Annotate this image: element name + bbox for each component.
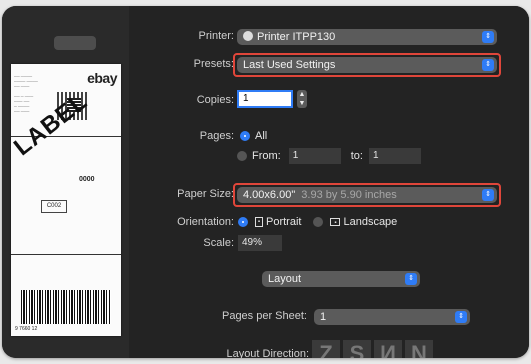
preview-address: ── ─ ─── ─── ── ─ ──── ── ─── [14, 94, 34, 114]
layout-direction-label: Layout Direction: [226, 348, 309, 358]
barcode-number: 9 7660 12 [15, 326, 38, 332]
direction-s-icon[interactable]: S [343, 340, 371, 358]
preview-fine-print: ── ──── ──── ──── ── ─── [14, 74, 38, 89]
preview-code-1: 0000 [79, 176, 95, 183]
landscape-icon: ▪ [330, 218, 341, 227]
pages-row: Pages: All [179, 130, 267, 142]
chevron-updown-icon: ⇕ [405, 273, 417, 285]
presets-highlight [233, 53, 501, 77]
pages-per-sheet-popup[interactable]: 1 ⇕ [314, 309, 470, 325]
pages-per-sheet-row: Pages per Sheet: [159, 310, 307, 322]
scale-label: Scale: [203, 237, 234, 249]
section-value: Layout [268, 273, 302, 285]
presets-row: Presets: [179, 58, 234, 70]
landscape-label: Landscape [343, 216, 398, 228]
preview-code-2: C002 [41, 200, 67, 213]
page-navigation-control[interactable] [54, 36, 96, 50]
pages-to-label: to: [350, 150, 363, 162]
scale-input[interactable]: 49% [238, 235, 282, 251]
direction-reverse-n-icon[interactable]: И [374, 340, 402, 358]
orientation-label: Orientation: [177, 216, 234, 228]
copies-stepper[interactable]: ▲ ▼ [297, 90, 307, 108]
ebay-logo: ebay [87, 70, 117, 86]
direction-n-icon[interactable]: N [405, 340, 433, 358]
preview-pane: ── ──── ──── ──── ── ─── ebay ── ─ ─── ─── … [2, 6, 129, 358]
pages-all-label: All [255, 130, 268, 142]
copies-input[interactable]: 1 [237, 90, 293, 108]
pages-range-row: From: 1 to: 1 [237, 148, 421, 164]
radio-unselected-icon [237, 151, 247, 162]
layout-direction-row: Layout Direction: Z S И N [159, 340, 433, 358]
printer-value: Printer ITPP130 [257, 31, 336, 43]
copies-row: Copies: [179, 94, 234, 106]
preview-divider [11, 254, 121, 255]
barcode [21, 290, 111, 324]
paper-size-row: Paper Size: [159, 188, 234, 200]
radio-selected-icon [240, 131, 250, 142]
scale-row: Scale: 49% [159, 235, 282, 251]
printer-icon [243, 31, 253, 42]
copies-label: Copies: [196, 94, 234, 106]
pages-from-label: From: [252, 150, 281, 162]
pages-all-option[interactable]: All [240, 130, 267, 142]
chevron-updown-icon: ⇕ [455, 311, 467, 323]
pages-label: Pages: [199, 130, 234, 142]
presets-label: Presets: [193, 58, 234, 70]
portrait-icon: ▪ [255, 217, 263, 228]
printer-popup[interactable]: Printer ITPP130 ⇕ [237, 29, 497, 45]
paper-size-highlight [233, 183, 501, 207]
section-popup[interactable]: Layout ⇕ [262, 271, 420, 287]
printer-row: Printer: [179, 30, 234, 42]
pages-from-option[interactable]: From: [237, 150, 281, 162]
print-dialog: ── ──── ──── ──── ── ─── ebay ── ─ ─── ─── … [2, 6, 529, 358]
pages-from-input[interactable]: 1 [288, 148, 341, 164]
settings-pane: Printer: Printer ITPP130 ⇕ Presets: Last… [129, 6, 529, 358]
radio-selected-icon [238, 217, 248, 228]
orientation-landscape-option[interactable]: ▪ Landscape [313, 216, 397, 228]
pages-per-sheet-value: 1 [320, 311, 327, 323]
pages-to-input[interactable]: 1 [368, 148, 421, 164]
orientation-row: Orientation: ▪ Portrait ▪ Landscape [159, 216, 397, 228]
paper-size-label: Paper Size: [177, 188, 234, 200]
radio-unselected-icon [313, 217, 324, 228]
direction-z-icon[interactable]: Z [312, 340, 340, 358]
portrait-label: Portrait [266, 216, 302, 228]
chevron-updown-icon: ⇕ [482, 31, 494, 43]
pages-per-sheet-label: Pages per Sheet: [221, 310, 307, 322]
printer-label: Printer: [198, 30, 234, 42]
orientation-portrait-option[interactable]: ▪ Portrait [238, 216, 301, 228]
label-preview: ── ──── ──── ──── ── ─── ebay ── ─ ─── ─── … [11, 64, 121, 336]
